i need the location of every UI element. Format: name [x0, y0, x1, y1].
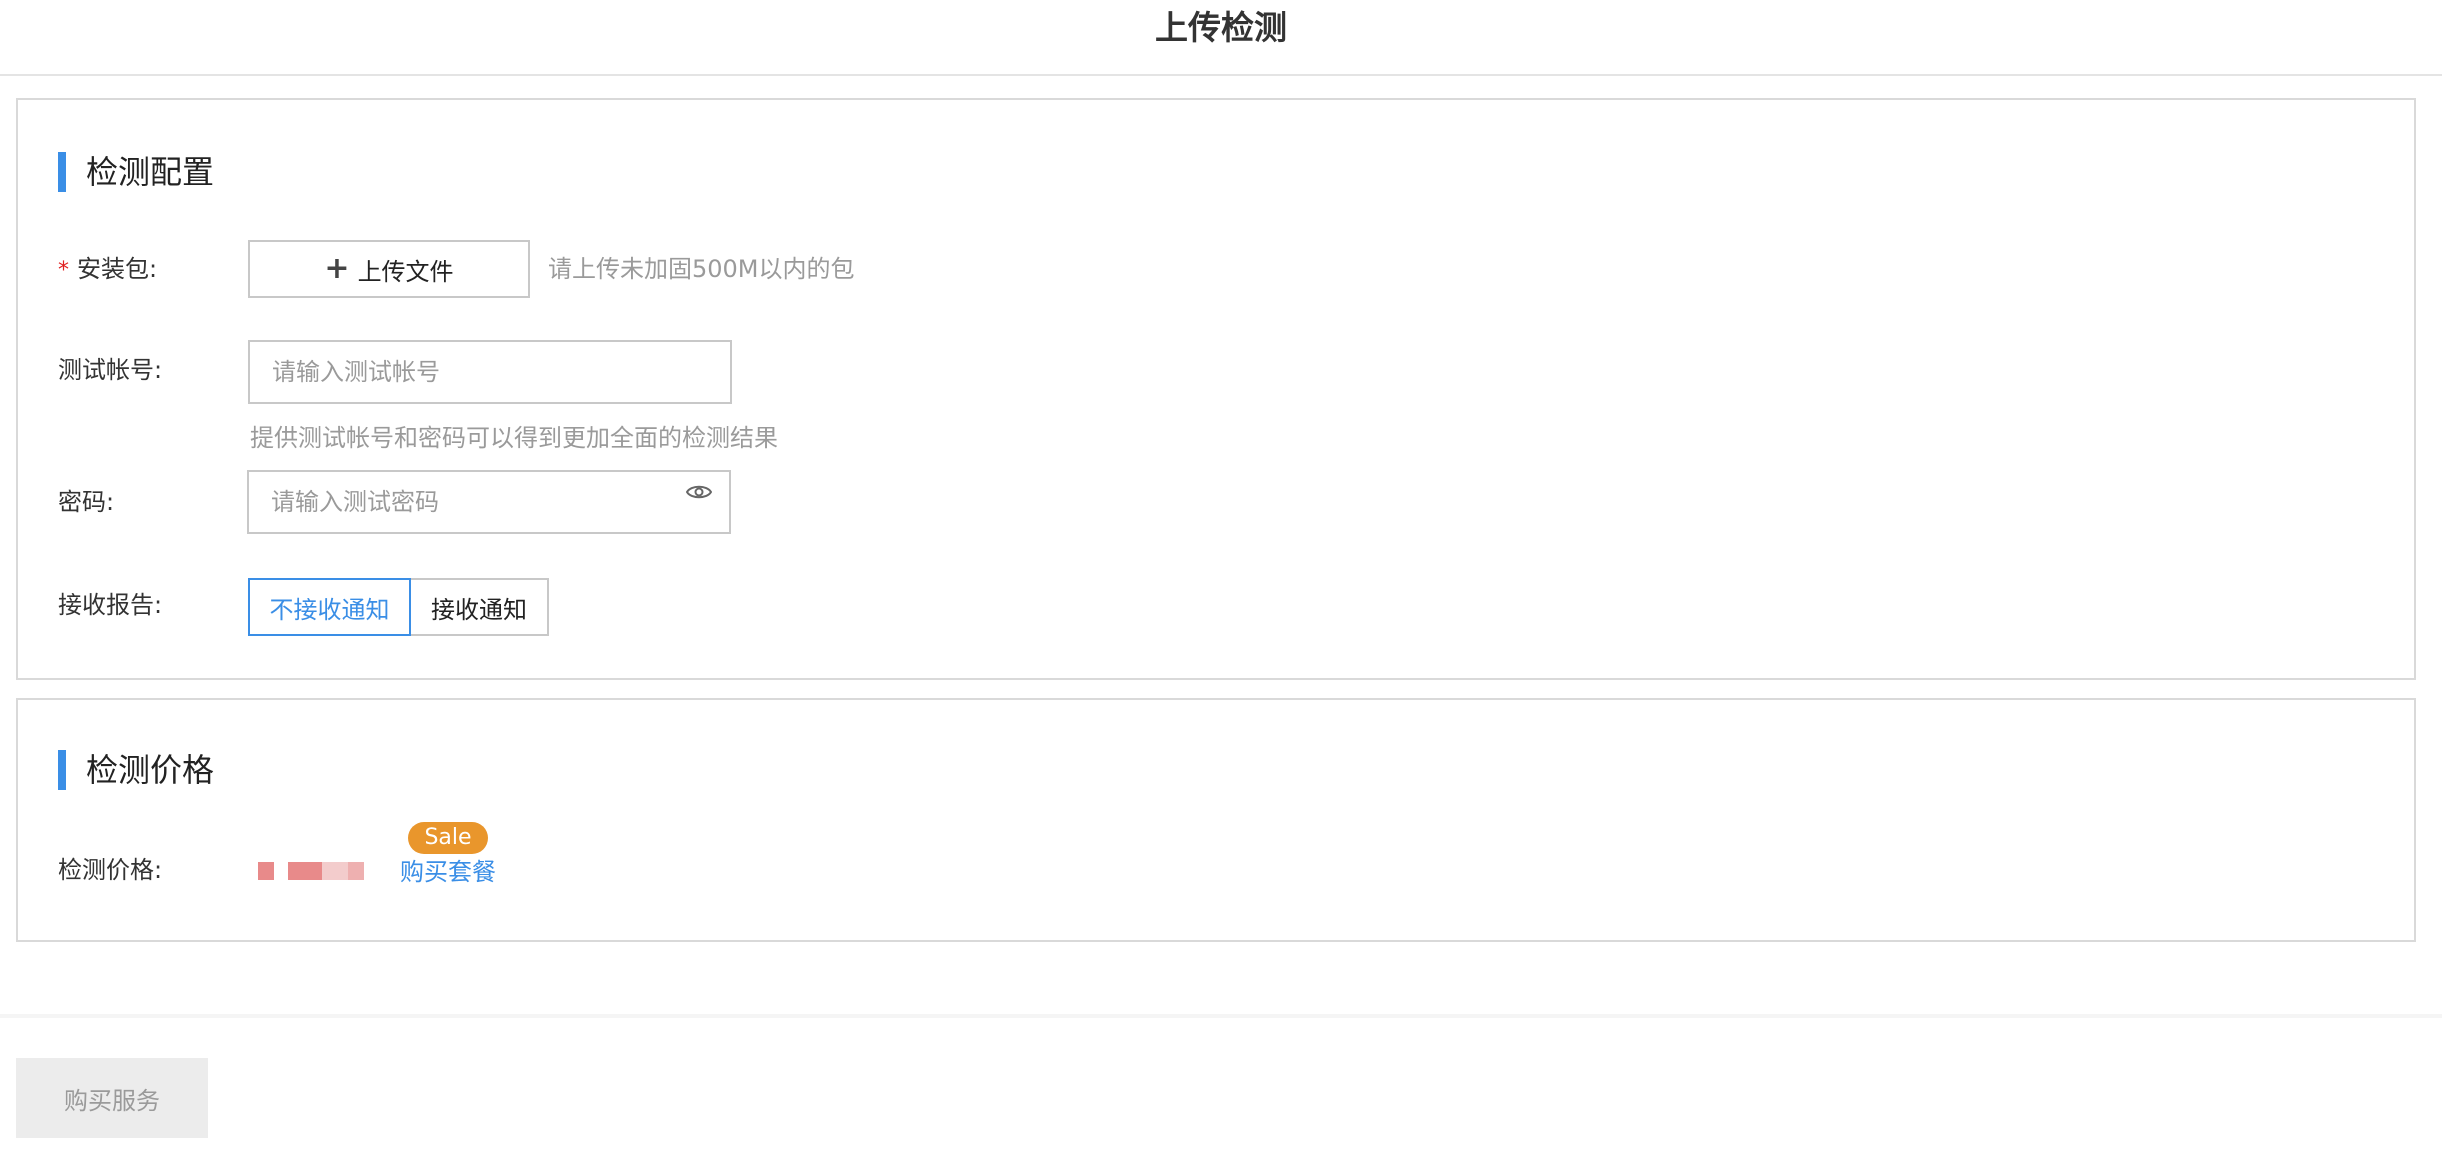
section-title-price: 检测价格	[86, 751, 215, 789]
test-password-input[interactable]	[247, 470, 731, 534]
section-header-config: 检测配置	[58, 152, 214, 192]
page-header: 上传检测	[0, 0, 2442, 76]
detection-price-card: 检测价格 检测价格: Sale 购买套餐	[16, 698, 2416, 942]
redacted-block	[258, 862, 274, 880]
eye-icon[interactable]	[686, 483, 712, 501]
account-hint: 提供测试帐号和密码可以得到更加全面的检测结果	[250, 424, 778, 452]
report-toggle-group: 不接收通知 接收通知	[248, 578, 549, 636]
account-label: 测试帐号:	[58, 356, 163, 384]
plus-icon: +	[324, 251, 350, 286]
section-accent-bar	[58, 152, 66, 192]
password-label: 密码:	[58, 488, 115, 516]
option-receive-notification[interactable]: 接收通知	[411, 578, 549, 636]
section-title-config: 检测配置	[86, 153, 215, 191]
package-label-text: 安装包:	[77, 255, 158, 283]
redacted-block	[288, 862, 322, 880]
package-label: * 安装包:	[58, 253, 157, 287]
detection-config-card: 检测配置 * 安装包: + 上传文件 请上传未加固500M以内的包 测试帐号: 提…	[16, 98, 2416, 680]
buy-service-button[interactable]: 购买服务	[16, 1058, 208, 1138]
buy-package-link[interactable]: 购买套餐	[400, 856, 496, 888]
price-label: 检测价格:	[58, 856, 163, 884]
option-no-notification[interactable]: 不接收通知	[248, 578, 411, 636]
upload-file-label: 上传文件	[357, 257, 454, 286]
section-header-price: 检测价格	[58, 750, 214, 790]
sale-badge: Sale	[408, 822, 488, 854]
price-value-redacted	[258, 862, 364, 880]
page-title: 上传检测	[1155, 8, 1287, 47]
footer-divider	[0, 1014, 2442, 1018]
test-account-input[interactable]	[248, 340, 732, 404]
required-mark: *	[58, 258, 69, 283]
redacted-block	[348, 862, 364, 880]
package-hint: 请上传未加固500M以内的包	[548, 255, 855, 283]
redacted-block	[322, 862, 348, 880]
upload-file-button[interactable]: + 上传文件	[248, 240, 530, 298]
report-label: 接收报告:	[58, 591, 163, 619]
section-accent-bar	[58, 750, 66, 790]
